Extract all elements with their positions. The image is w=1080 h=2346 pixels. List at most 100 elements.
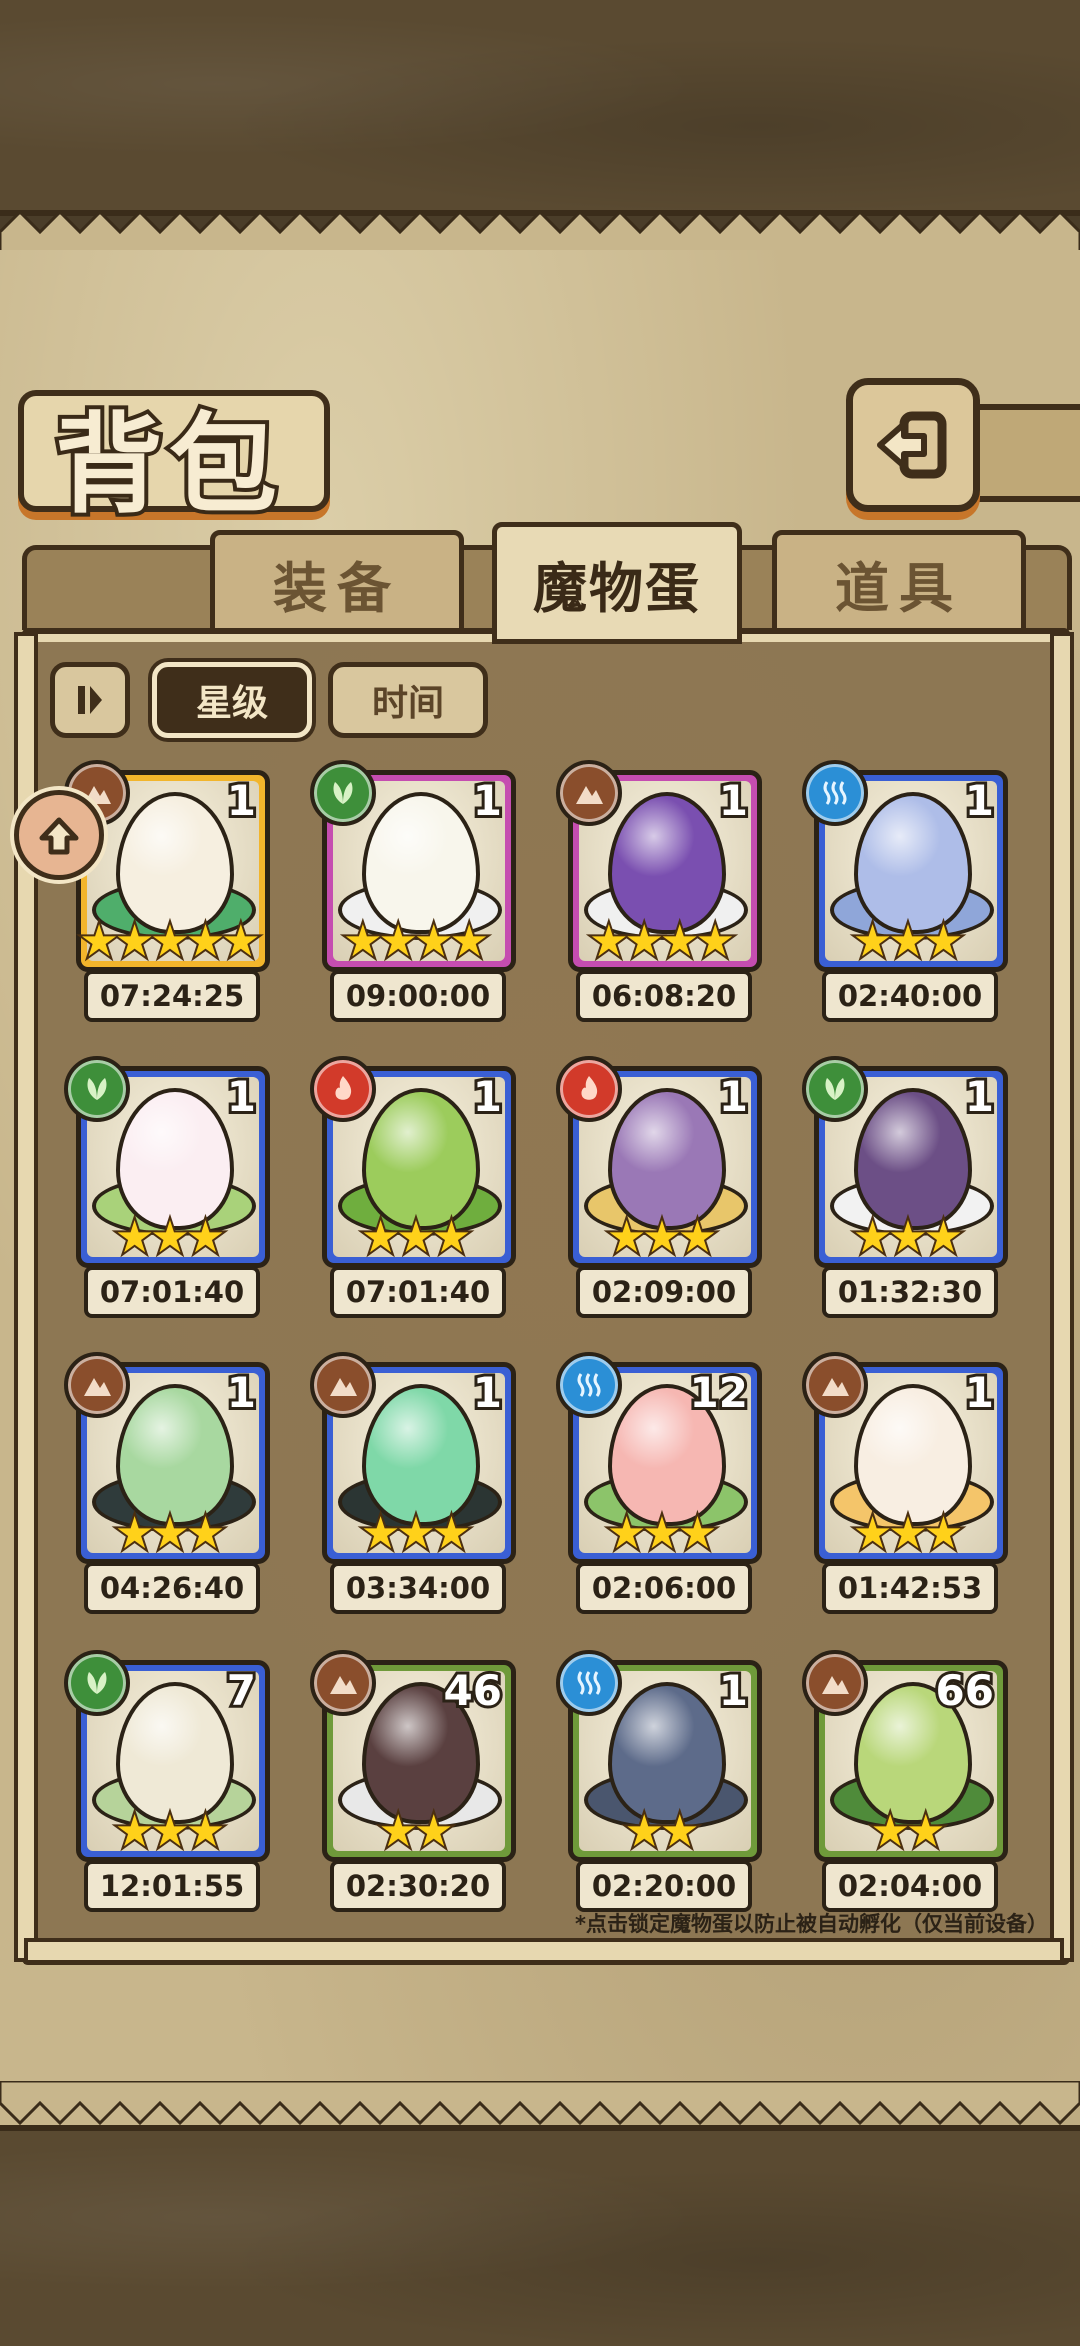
egg-card[interactable]: 1 ★★★ 07:01:40 — [310, 1056, 516, 1356]
pause-sort-icon — [78, 686, 102, 714]
fire-icon — [556, 1056, 622, 1122]
sort-by-stars-button[interactable]: 星级 — [152, 662, 312, 738]
egg-stars: ★★ — [869, 1806, 948, 1857]
egg-count: 1 — [716, 773, 751, 828]
top-map-band — [0, 0, 1080, 216]
egg-stars: ★★★ — [605, 1212, 719, 1263]
egg-card[interactable]: 1 ★★★ 02:09:00 — [556, 1056, 762, 1356]
egg-card[interactable]: 1 ★★★★ 09:00:00 — [310, 760, 516, 1060]
egg-card[interactable]: 1 ★★★★★ 07:24:25 — [64, 760, 270, 1060]
egg-hatch-timer: 02:06:00 — [576, 1562, 752, 1614]
egg-stars: ★★★ — [851, 916, 965, 967]
egg-stars: ★★★★ — [587, 916, 737, 967]
egg-card[interactable]: 46 ★★ 02:30:20 — [310, 1650, 516, 1950]
egg-card[interactable]: 7 ★★★ 12:01:55 — [64, 1650, 270, 1950]
egg-hatch-timer: 09:00:00 — [330, 970, 506, 1022]
egg-card[interactable]: 12 ★★★ 02:06:00 — [556, 1352, 762, 1652]
egg-count: 46 — [441, 1663, 506, 1718]
egg-count: 1 — [716, 1663, 751, 1718]
sort-order-toggle[interactable] — [50, 662, 130, 738]
egg-stars: ★★★★ — [341, 916, 491, 967]
nature-icon — [802, 1056, 868, 1122]
egg-stars: ★★★ — [113, 1212, 227, 1263]
egg-card[interactable]: 1 ★★★ 03:34:00 — [310, 1352, 516, 1652]
nature-icon — [64, 1650, 130, 1716]
egg-count: 1 — [224, 1365, 259, 1420]
egg-hatch-timer: 07:01:40 — [84, 1266, 260, 1318]
bottom-torn-edge — [0, 2081, 1080, 2125]
egg-count: 1 — [716, 1069, 751, 1124]
tab-monster-eggs-label: 魔物蛋 — [533, 556, 701, 620]
egg-count: 1 — [470, 1365, 505, 1420]
fire-icon — [310, 1056, 376, 1122]
egg-stars: ★★★★★ — [77, 916, 262, 967]
bottom-map-band — [0, 2125, 1080, 2346]
earth-icon — [556, 760, 622, 826]
egg-count: 7 — [224, 1663, 259, 1718]
egg-count: 1 — [224, 773, 259, 828]
tab-equipment[interactable]: 装备 — [210, 530, 464, 636]
egg-hatch-timer: 01:42:53 — [822, 1562, 998, 1614]
sort-by-time-button[interactable]: 时间 — [328, 662, 488, 738]
back-button[interactable] — [846, 378, 980, 512]
egg-card[interactable]: 1 ★★★ 02:40:00 — [802, 760, 1008, 1060]
earth-icon — [310, 1650, 376, 1716]
egg-stars: ★★ — [623, 1806, 702, 1857]
egg-count: 1 — [962, 773, 997, 828]
egg-stars: ★★★ — [113, 1508, 227, 1559]
egg-card[interactable]: 1 ★★★ 04:26:40 — [64, 1352, 270, 1652]
egg-count: 1 — [470, 1069, 505, 1124]
nature-icon — [310, 760, 376, 826]
egg-hatch-timer: 02:30:20 — [330, 1860, 506, 1912]
egg-card[interactable]: 1 ★★ 02:20:00 — [556, 1650, 762, 1950]
egg-card[interactable]: 1 ★★★ 01:42:53 — [802, 1352, 1008, 1652]
egg-hatch-timer: 07:24:25 — [84, 970, 260, 1022]
egg-lock-toggle[interactable] — [14, 790, 104, 880]
egg-count: 1 — [470, 773, 505, 828]
egg-stars: ★★★ — [359, 1508, 473, 1559]
egg-stars: ★★★ — [113, 1806, 227, 1857]
egg-stars: ★★★ — [605, 1508, 719, 1559]
egg-count: 66 — [933, 1663, 998, 1718]
egg-hatch-timer: 01:32:30 — [822, 1266, 998, 1318]
lock-hint-text: *点击锁定魔物蛋以防止被自动孵化（仅当前设备） — [575, 1912, 1048, 1936]
sort-by-stars-label: 星级 — [195, 683, 268, 724]
egg-stars: ★★ — [377, 1806, 456, 1857]
tab-items-label: 道具 — [835, 556, 963, 620]
sort-by-time-label: 时间 — [371, 683, 444, 724]
egg-hatch-timer: 02:04:00 — [822, 1860, 998, 1912]
egg-card[interactable]: 1 ★★★ 01:32:30 — [802, 1056, 1008, 1356]
earth-icon — [310, 1352, 376, 1418]
page-title: 背包 — [51, 398, 284, 532]
egg-hatch-timer: 02:09:00 — [576, 1266, 752, 1318]
water-icon — [802, 760, 868, 826]
earth-icon — [802, 1352, 868, 1418]
egg-hatch-timer: 07:01:40 — [330, 1266, 506, 1318]
egg-count: 1 — [962, 1365, 997, 1420]
tab-equipment-label: 装备 — [273, 556, 401, 620]
water-icon — [556, 1352, 622, 1418]
tab-monster-eggs[interactable]: 魔物蛋 — [492, 522, 742, 644]
nature-icon — [64, 1056, 130, 1122]
earth-icon — [802, 1650, 868, 1716]
egg-count: 12 — [687, 1365, 752, 1420]
egg-card[interactable]: 1 ★★★ 07:01:40 — [64, 1056, 270, 1356]
panel-right-post — [1050, 632, 1074, 1962]
egg-hatch-timer: 02:40:00 — [822, 970, 998, 1022]
egg-hatch-timer: 03:34:00 — [330, 1562, 506, 1614]
return-arrow-icon — [877, 411, 947, 479]
egg-count: 1 — [962, 1069, 997, 1124]
egg-hatch-timer: 12:01:55 — [84, 1860, 260, 1912]
egg-stars: ★★★ — [851, 1212, 965, 1263]
egg-card[interactable]: 1 ★★★★ 06:08:20 — [556, 760, 762, 1060]
water-icon — [556, 1650, 622, 1716]
egg-hatch-timer: 02:20:00 — [576, 1860, 752, 1912]
egg-stars: ★★★ — [851, 1508, 965, 1559]
egg-stars: ★★★ — [359, 1212, 473, 1263]
egg-card[interactable]: 66 ★★ 02:04:00 — [802, 1650, 1008, 1950]
earth-icon — [64, 1352, 130, 1418]
top-torn-edge — [0, 210, 1080, 254]
egg-hatch-timer: 04:26:40 — [84, 1562, 260, 1614]
tab-items[interactable]: 道具 — [772, 530, 1026, 636]
egg-count: 1 — [224, 1069, 259, 1124]
